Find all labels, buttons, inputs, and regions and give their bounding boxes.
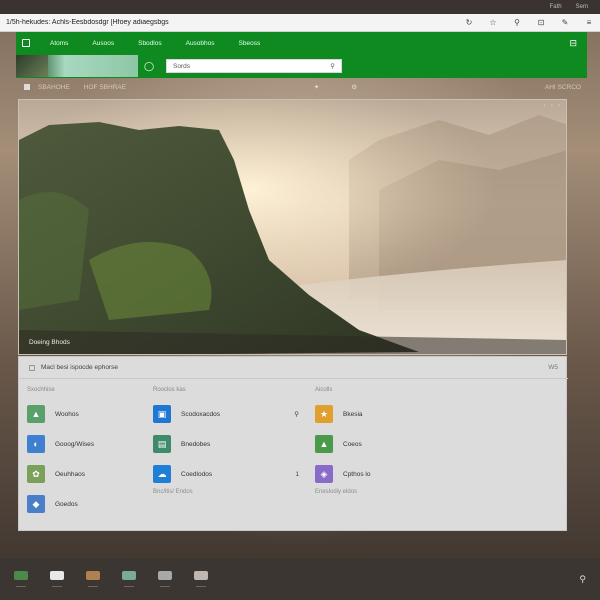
edit-icon[interactable]: ✎ xyxy=(560,18,570,27)
list-item[interactable]: ▣ Scodoxacdos ⚲ xyxy=(153,399,313,429)
nav-link[interactable]: Sbodlos xyxy=(138,40,162,47)
panel-header: Macl besi ispocde ephorse W5 xyxy=(19,357,568,379)
hero-banner[interactable]: ◦ ◦ ◦ Doeing Bhods xyxy=(18,99,567,355)
settings-icon[interactable]: ⚙ xyxy=(351,83,357,91)
hero-dot-icon[interactable]: ◦ xyxy=(558,103,560,109)
search-icon[interactable]: ⚲ xyxy=(330,62,335,70)
hero-dot-icon[interactable]: ◦ xyxy=(544,103,546,109)
avatar[interactable] xyxy=(16,55,48,77)
url-field[interactable]: 1/5h-hekudes: Achls-Eesbdosdgr [Hfoey ad… xyxy=(6,19,464,26)
system-top-strip: Fath Sem xyxy=(0,0,600,14)
taskbar-item[interactable] xyxy=(14,571,28,587)
store-search-row: ◯ Sords ⚲ xyxy=(16,54,587,78)
app-label: Goedos xyxy=(55,500,78,508)
apps-panel: Macl besi ispocde ephorse W5 Sxochhise ▲… xyxy=(18,356,568,531)
app-label: Coeos xyxy=(343,440,362,448)
taskbar-item[interactable] xyxy=(194,571,208,587)
app-icon: ▤ xyxy=(153,435,171,453)
app-label: Gooog/Wises xyxy=(55,440,95,448)
app-icon: ▲ xyxy=(27,405,45,423)
store-logo-icon[interactable] xyxy=(22,39,30,47)
search-placeholder: Sords xyxy=(173,62,190,70)
app-icon: ☁ xyxy=(153,465,171,483)
game-icon xyxy=(86,571,100,580)
app-icon: ◆ xyxy=(27,495,45,513)
favorite-icon[interactable]: ☆ xyxy=(488,18,498,27)
flag-icon xyxy=(50,571,64,580)
gallery-icon xyxy=(158,571,172,580)
column-note[interactable]: Bnc/ltis/ Endos xyxy=(153,489,313,503)
search-input[interactable]: Sords ⚲ xyxy=(166,59,342,73)
sub-toolbar-right-label[interactable]: AHI SCRCO xyxy=(545,84,581,91)
chat-icon[interactable]: ◯ xyxy=(144,61,154,72)
list-item[interactable]: ▤ Bnedobes xyxy=(153,429,313,459)
list-item[interactable]: ☁ Coedlodos 1 xyxy=(153,459,313,489)
browser-tools: ↻ ☆ ⚲ ⊡ ✎ ≡ xyxy=(464,18,594,27)
taskbar-item[interactable] xyxy=(50,571,64,587)
panel-right-label[interactable]: W5 xyxy=(548,364,558,371)
app-label: Cpthos lo xyxy=(343,470,371,478)
taskbar: ⚲ xyxy=(0,558,600,600)
nav-link[interactable]: Ausoos xyxy=(92,40,114,47)
sub-toolbar-label[interactable]: SBAHOHE xyxy=(38,84,70,91)
photo-icon xyxy=(122,571,136,580)
nav-link[interactable]: Atoms xyxy=(50,40,68,47)
map-icon xyxy=(14,571,28,580)
taskbar-search-icon[interactable]: ⚲ xyxy=(579,574,586,585)
app-label: Woohos xyxy=(55,410,79,418)
list-item[interactable]: ◈ Cpthos lo xyxy=(315,459,475,489)
app-label: Bkesia xyxy=(343,410,363,418)
browser-address-bar: 1/5h-hekudes: Achls-Eesbdosdgr [Hfoey ad… xyxy=(0,14,600,32)
column-note[interactable]: Eneslodiy eldos xyxy=(315,489,475,503)
top-strip-item[interactable]: Fath xyxy=(550,4,562,10)
home-icon[interactable] xyxy=(24,84,30,90)
column-title: Aicolls xyxy=(315,387,333,393)
store-header: Atoms Ausoos Sbodlos Ausobhos Sbeoss ◯ S… xyxy=(16,32,587,78)
taskbar-item[interactable] xyxy=(122,571,136,587)
apps-column: Rooclos kas ▣ Scodoxacdos ⚲ ▤ Bnedobes ☁… xyxy=(153,387,313,503)
zoom-icon[interactable]: ⚲ xyxy=(512,18,522,27)
menu-icon[interactable]: ≡ xyxy=(584,18,594,27)
column-title: Rooclos kas xyxy=(153,387,186,393)
nav-link[interactable]: Ausobhos xyxy=(186,40,215,47)
hero-dot-icon[interactable]: ◦ xyxy=(551,103,553,109)
app-icon: ▲ xyxy=(315,435,333,453)
window-icon[interactable]: ⊡ xyxy=(536,18,546,27)
refresh-icon[interactable]: ↻ xyxy=(464,18,474,27)
app-label: Coedlodos xyxy=(181,470,213,478)
taskbar-item[interactable] xyxy=(158,571,172,587)
app-icon: ◐ xyxy=(27,435,45,453)
nav-link[interactable]: Sbeoss xyxy=(239,40,261,47)
app-label: Bnedobes xyxy=(181,440,211,448)
top-strip-item[interactable]: Sem xyxy=(576,4,588,10)
image-icon xyxy=(194,571,208,580)
panel-title: Macl besi ispocde ephorse xyxy=(41,364,118,371)
app-icon: ◈ xyxy=(315,465,333,483)
downloads-icon[interactable]: ⊟ xyxy=(569,38,577,49)
taskbar-item[interactable] xyxy=(86,571,100,587)
panel-icon xyxy=(29,364,35,371)
hero-caption: Doeing Bhods xyxy=(29,339,70,346)
list-item[interactable]: ★ Bkesia xyxy=(315,399,475,429)
app-label: Oeuhhaos xyxy=(55,470,85,478)
sparkle-icon[interactable]: ✦ xyxy=(314,83,319,91)
store-nav: Atoms Ausoos Sbodlos Ausobhos Sbeoss xyxy=(16,32,587,54)
sub-toolbar-label-2[interactable]: HOF SBHRAE xyxy=(84,84,126,91)
list-item[interactable]: ▲ Coeos xyxy=(315,429,475,459)
hero-landscape-image xyxy=(19,100,566,354)
app-label: Scodoxacdos xyxy=(181,410,221,418)
app-icon: ★ xyxy=(315,405,333,423)
hero-controls: ◦ ◦ ◦ xyxy=(544,103,560,109)
apps-column: Aicolls ★ Bkesia ▲ Coeos ◈ Cpthos lo Ene… xyxy=(315,387,475,503)
app-icon: ✿ xyxy=(27,465,45,483)
sub-toolbar: SBAHOHE HOF SBHRAE ✦ ⚙ AHI SCRCO xyxy=(16,80,587,94)
app-icon: ▣ xyxy=(153,405,171,423)
row-mark[interactable]: ⚲ xyxy=(294,410,299,418)
row-mark[interactable]: 1 xyxy=(295,471,299,478)
